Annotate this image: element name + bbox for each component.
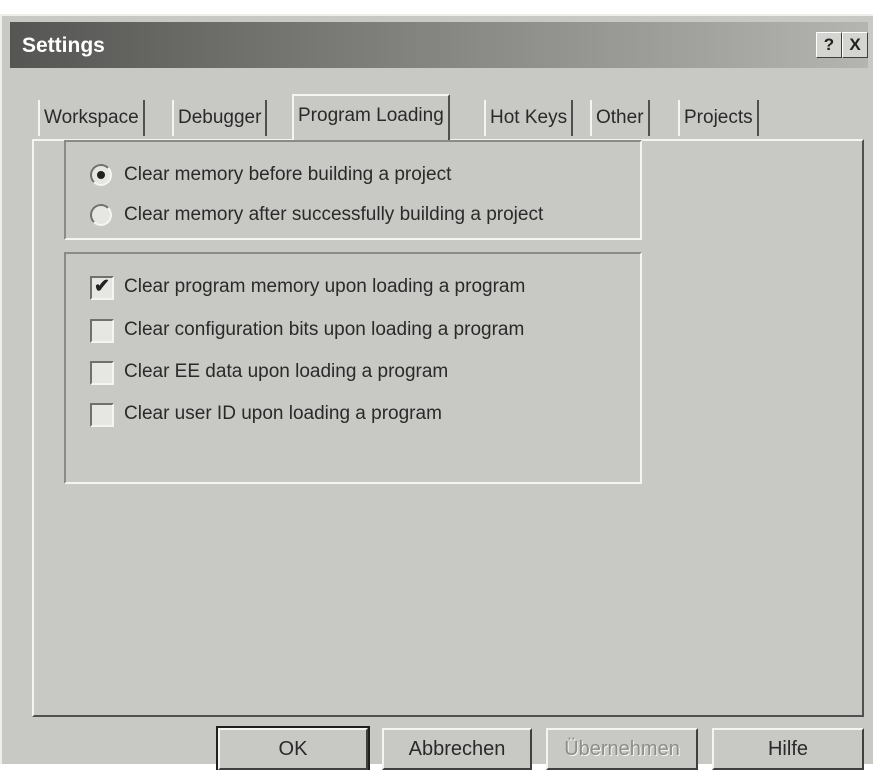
checkmark-icon: ✔ xyxy=(94,276,110,297)
question-mark-icon: ? xyxy=(823,35,835,54)
checkbox[interactable] xyxy=(90,403,114,427)
radio-button[interactable] xyxy=(90,204,112,226)
cancel-label: Abbrechen xyxy=(408,738,506,760)
tab-label: Projects xyxy=(684,107,753,128)
tab-other[interactable]: Other xyxy=(590,100,650,136)
tab-projects[interactable]: Projects xyxy=(678,100,759,136)
radio-button[interactable] xyxy=(90,164,112,186)
window-title: Settings xyxy=(22,34,105,57)
tab-label: Other xyxy=(596,107,644,128)
help-label: Hilfe xyxy=(767,738,808,760)
tab-workspace[interactable]: Workspace xyxy=(38,100,145,136)
tab-label: Hot Keys xyxy=(490,107,568,128)
tab-program-loading[interactable]: Program Loading xyxy=(292,94,450,140)
checkbox-label: Clear configuration bits upon loading a … xyxy=(124,319,525,340)
tab-label: Program Loading xyxy=(298,105,444,126)
checkbox[interactable] xyxy=(90,319,114,343)
title-bar[interactable]: Settings ? X xyxy=(10,22,868,68)
ok-label: OK xyxy=(278,738,308,760)
close-title-button[interactable]: X xyxy=(842,32,868,58)
checkbox-label: Clear EE data upon loading a program xyxy=(124,361,449,382)
tab-hot-keys[interactable]: Hot Keys xyxy=(484,100,574,136)
settings-dialog: Settings ? X Workspace Debugger Program … xyxy=(0,14,873,770)
tab-label: Debugger xyxy=(178,107,262,128)
tab-label: Workspace xyxy=(44,107,139,128)
checkbox-label: Clear program memory upon loading a prog… xyxy=(124,276,526,297)
help-title-button[interactable]: ? xyxy=(816,32,842,58)
apply-label: Übernehmen xyxy=(564,738,680,760)
checkbox[interactable]: ✔ xyxy=(90,276,114,300)
checkbox[interactable] xyxy=(90,361,114,385)
close-icon: X xyxy=(849,35,861,54)
radio-label: Clear memory before building a project xyxy=(124,164,452,185)
radio-label: Clear memory after successfully building… xyxy=(124,204,544,225)
checkbox-label: Clear user ID upon loading a program xyxy=(124,403,442,424)
tab-debugger[interactable]: Debugger xyxy=(172,100,268,136)
radio-dot xyxy=(97,171,105,179)
